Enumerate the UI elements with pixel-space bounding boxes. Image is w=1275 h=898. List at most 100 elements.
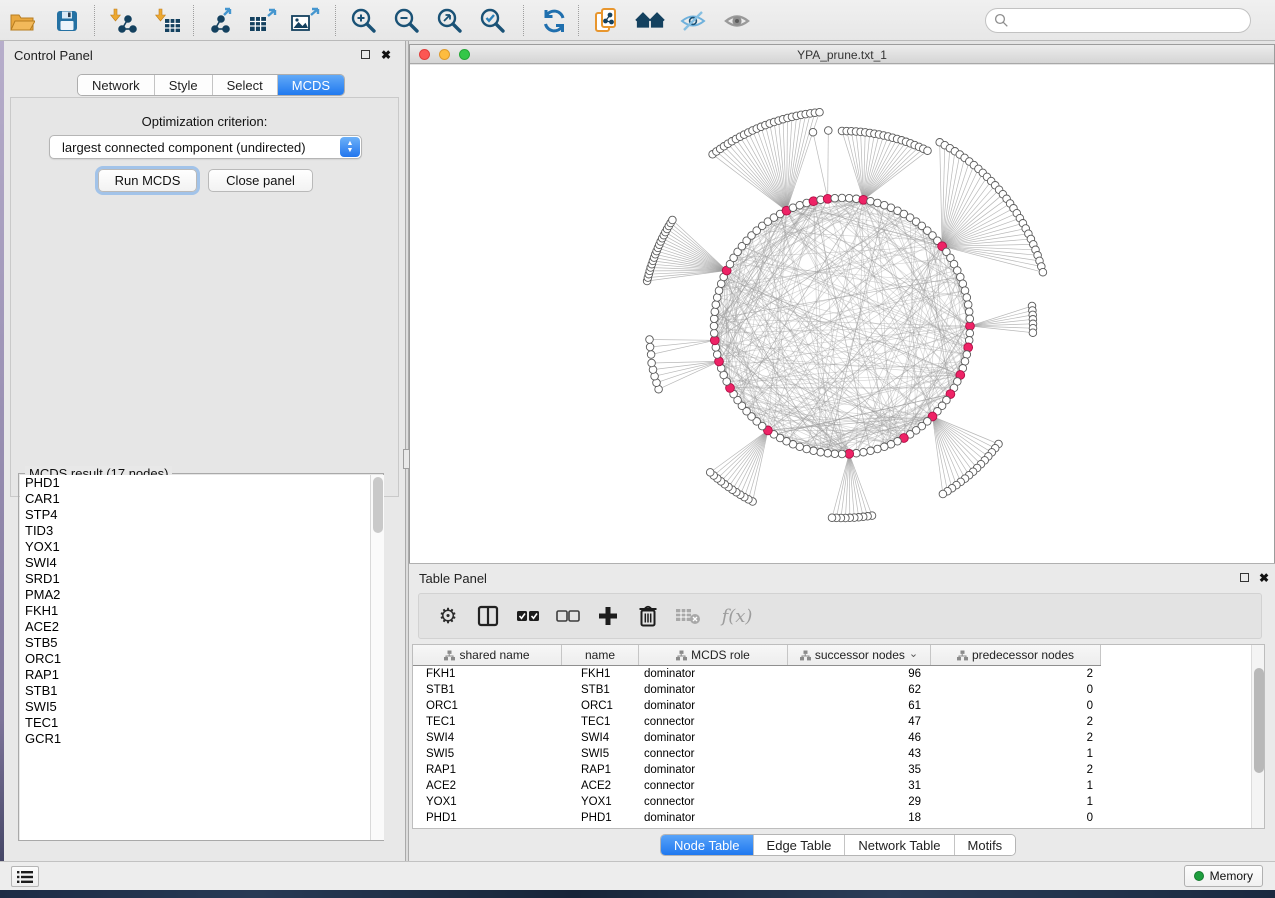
show-all-button[interactable] [722, 6, 752, 36]
deselect-all-button[interactable] [555, 603, 581, 629]
task-history-button[interactable] [11, 866, 39, 887]
table-row[interactable]: TEC1TEC1connector472 [413, 714, 1101, 730]
tab-mcds[interactable]: MCDS [278, 75, 344, 95]
table-row[interactable]: ORC1ORC1dominator610 [413, 698, 1101, 714]
open-file-button[interactable] [7, 6, 37, 36]
mcds-result-item[interactable]: TID3 [20, 523, 384, 539]
close-panel-icon[interactable]: ✖ [1259, 571, 1269, 585]
scrollbar-thumb[interactable] [1254, 668, 1264, 773]
float-panel-icon[interactable] [1240, 573, 1249, 582]
search-input[interactable] [1009, 14, 1250, 28]
import-network-button[interactable] [108, 6, 138, 36]
table-row[interactable]: FKH1FKH1dominator962 [413, 666, 1101, 682]
table-row[interactable]: SWI4SWI4dominator462 [413, 730, 1101, 746]
table-row[interactable]: PHD1PHD1dominator180 [413, 810, 1101, 826]
column-header-label: successor nodes [815, 648, 905, 662]
mcds-result-item[interactable]: ORC1 [20, 651, 384, 667]
table-row[interactable]: YOX1YOX1connector291 [413, 794, 1101, 810]
table-cell: connector [639, 714, 788, 730]
table-row[interactable]: SWI5SWI5connector431 [413, 746, 1101, 762]
tab-style[interactable]: Style [155, 75, 213, 95]
table-panel-title: Table Panel [419, 571, 487, 586]
zoom-out-button[interactable] [392, 6, 422, 36]
export-image-button[interactable] [290, 6, 320, 36]
delete-column-button[interactable] [635, 603, 661, 629]
column-header-name[interactable]: name [562, 645, 639, 665]
table-scrollbar[interactable] [1251, 645, 1264, 828]
tab-motifs[interactable]: Motifs [955, 835, 1016, 855]
share-network-button[interactable] [592, 6, 622, 36]
network-graph[interactable] [410, 65, 1274, 563]
tab-select[interactable]: Select [213, 75, 278, 95]
mcds-result-list[interactable]: PHD1CAR1STP4TID3YOX1SWI4SRD1PMA2FKH1ACE2… [20, 475, 384, 840]
criterion-dropdown[interactable]: largest connected component (undirected)… [49, 135, 362, 159]
plus-icon [597, 605, 619, 627]
scrollbar-thumb[interactable] [373, 477, 383, 533]
float-panel-icon[interactable] [361, 50, 370, 59]
close-panel-icon[interactable]: ✖ [381, 48, 391, 62]
table-cell: dominator [639, 730, 788, 746]
table-row[interactable]: RAP1RAP1dominator352 [413, 762, 1101, 778]
mcds-result-item[interactable]: PHD1 [20, 475, 384, 491]
mcds-result-item[interactable]: SWI5 [20, 699, 384, 715]
sort-descending-icon: ⌄ [909, 647, 918, 660]
mcds-list-scrollbar[interactable] [370, 475, 384, 840]
mcds-result-item[interactable]: STB5 [20, 635, 384, 651]
column-header-MCDS-role[interactable]: MCDS role [639, 645, 788, 665]
mcds-result-item[interactable]: SRD1 [20, 571, 384, 587]
close-panel-button[interactable]: Close panel [208, 169, 313, 192]
mcds-result-item[interactable]: TEC1 [20, 715, 384, 731]
toolbar-separator [94, 5, 95, 36]
mcds-result-item[interactable]: GCR1 [20, 731, 384, 747]
apply-layout-button[interactable] [540, 6, 570, 36]
zoom-selected-button[interactable] [478, 6, 508, 36]
mcds-result-item[interactable]: PMA2 [20, 587, 384, 603]
column-header-shared-name[interactable]: shared name [413, 645, 562, 665]
tab-edge-table[interactable]: Edge Table [754, 835, 846, 855]
mcds-result-item[interactable]: STP4 [20, 507, 384, 523]
network-view-area: YPA_prune.txt_1 [409, 41, 1275, 563]
table-cell: RAP1 [562, 762, 639, 778]
tab-node-table[interactable]: Node Table [661, 835, 754, 855]
table-settings-button[interactable]: ⚙ [435, 603, 461, 629]
import-table-button[interactable] [153, 6, 183, 36]
table-cell: connector [639, 746, 788, 762]
mcds-result-item[interactable]: RAP1 [20, 667, 384, 683]
memory-button[interactable]: Memory [1184, 865, 1263, 887]
tab-network-table[interactable]: Network Table [845, 835, 954, 855]
mcds-result-item[interactable]: YOX1 [20, 539, 384, 555]
zoom-in-button[interactable] [349, 6, 379, 36]
mcds-result-item[interactable]: SWI4 [20, 555, 384, 571]
table-header-row: shared name nameMCDS role successor nodes ⌄… [413, 645, 1101, 666]
search-box[interactable] [985, 8, 1251, 33]
eye-slash-icon [679, 8, 707, 34]
column-header-successor-nodes[interactable]: successor nodes ⌄ [788, 645, 931, 665]
mcds-result-item[interactable]: CAR1 [20, 491, 384, 507]
column-header-predecessor-nodes[interactable]: predecessor nodes [931, 645, 1101, 665]
attribute-icon [444, 650, 455, 661]
zoom-fit-button[interactable] [435, 6, 465, 36]
network-window: YPA_prune.txt_1 [409, 44, 1275, 563]
run-mcds-button[interactable]: Run MCDS [98, 169, 197, 192]
network-window-titlebar[interactable]: YPA_prune.txt_1 [410, 45, 1274, 64]
column-layout-button[interactable] [475, 603, 501, 629]
mcds-result-item[interactable]: ACE2 [20, 619, 384, 635]
add-column-button[interactable] [595, 603, 621, 629]
table-row[interactable]: ACE2ACE2connector311 [413, 778, 1101, 794]
hide-selected-button[interactable] [678, 6, 708, 36]
mcds-result-item[interactable]: STB1 [20, 683, 384, 699]
dropdown-stepper-icon: ▲▼ [340, 137, 360, 157]
export-network-button[interactable] [206, 6, 236, 36]
control-panel-tabs: NetworkStyleSelectMCDS [77, 74, 345, 96]
network-canvas[interactable] [410, 65, 1274, 563]
mcds-result-item[interactable]: FKH1 [20, 603, 384, 619]
table-row[interactable]: STB1STB1dominator620 [413, 682, 1101, 698]
select-all-button[interactable] [515, 603, 541, 629]
column-header-label: shared name [459, 648, 529, 662]
tab-network[interactable]: Network [78, 75, 155, 95]
export-table-button[interactable] [248, 6, 278, 36]
save-session-button[interactable] [52, 6, 82, 36]
select-all-icon [516, 609, 540, 623]
first-neighbors-button[interactable] [635, 6, 665, 36]
eye-icon [723, 8, 751, 34]
